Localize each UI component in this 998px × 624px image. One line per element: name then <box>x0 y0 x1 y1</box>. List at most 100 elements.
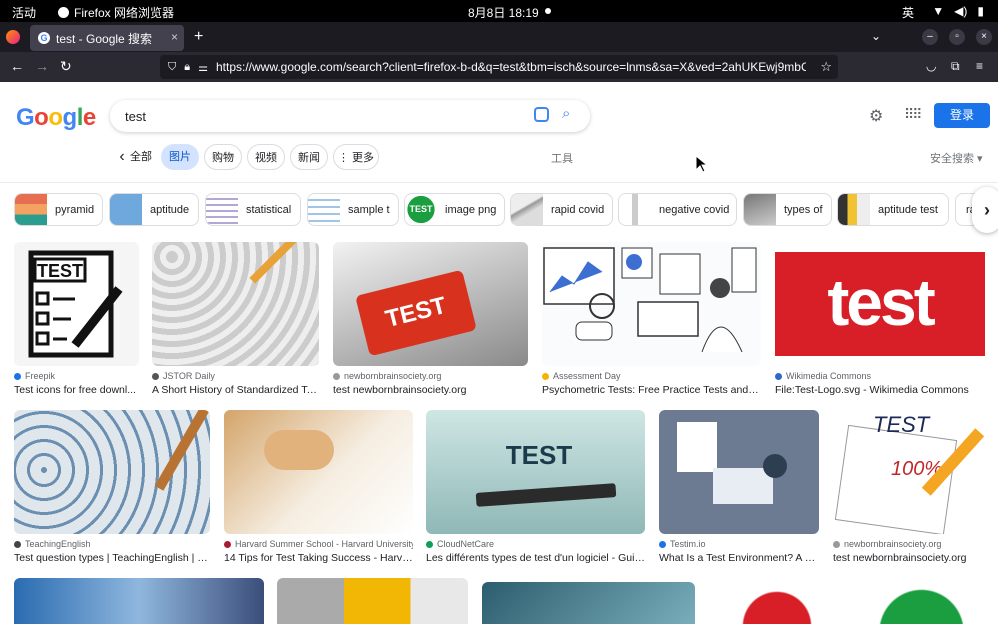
result-thumbnail[interactable]: TEST 100% <box>833 410 984 534</box>
result-title[interactable]: test newbornbrainsociety.org <box>833 552 984 564</box>
image-result[interactable]: TeachingEnglish Test question types | Te… <box>14 410 210 564</box>
menu-icon[interactable]: ≡ <box>976 59 983 73</box>
search-input[interactable]: test <box>125 109 146 124</box>
chip-aptitude[interactable]: aptitude <box>109 193 199 226</box>
reload-icon[interactable]: ↻ <box>60 58 72 75</box>
list-all-tabs-icon[interactable]: ⌄ <box>871 29 881 43</box>
chip-types-of[interactable]: types of <box>743 193 832 226</box>
result-thumbnail[interactable] <box>277 578 468 624</box>
image-result[interactable]: Testim.io What Is a Test Environment? A … <box>659 410 819 564</box>
filter-more[interactable]: ⋮ 更多 <box>333 144 379 170</box>
forward-icon[interactable]: → <box>35 58 49 74</box>
input-method-indicator[interactable]: 英 <box>902 4 914 21</box>
tab-google-search[interactable]: G test - Google 搜索 × <box>30 25 184 51</box>
lock-icon[interactable]: 🔒︎ <box>184 61 190 74</box>
result-title[interactable]: A Short History of Standardized Te... <box>152 384 319 396</box>
chip-negative-covid[interactable]: negative covid <box>618 193 737 226</box>
result-thumbnail[interactable]: TEST <box>14 242 139 366</box>
back-icon[interactable]: ← <box>10 58 24 74</box>
sign-in-button[interactable]: 登录 <box>934 103 990 128</box>
chips-next-chevron-icon[interactable]: › <box>972 187 998 233</box>
result-source[interactable]: Freepik <box>14 371 139 381</box>
chip-rapid-covid[interactable]: rapid covid <box>510 193 613 226</box>
result-title[interactable]: Test question types | TeachingEnglish | … <box>14 552 210 564</box>
google-logo[interactable]: Google <box>16 104 96 132</box>
image-result[interactable]: TEST Freepik Test icons for free downl..… <box>14 242 139 396</box>
result-thumbnail[interactable] <box>14 578 264 624</box>
result-source[interactable]: Assessment Day <box>542 371 761 381</box>
result-source[interactable]: Wikimedia Commons <box>775 371 985 381</box>
result-thumbnail[interactable]: TEST <box>426 410 645 534</box>
image-result[interactable]: Assessment Day Psychometric Tests: Free … <box>542 242 761 396</box>
image-result[interactable] <box>482 582 695 624</box>
result-thumbnail[interactable] <box>709 578 845 624</box>
url-text[interactable]: https://www.google.com/search?client=fir… <box>216 60 806 74</box>
result-thumbnail[interactable] <box>542 242 761 366</box>
google-apps-icon[interactable]: ⠿⠿ <box>904 106 922 123</box>
maximize-icon[interactable]: ▫ <box>949 29 965 45</box>
filter-videos[interactable]: 视频 <box>247 144 285 170</box>
permissions-icon[interactable]: ⚌ <box>198 61 208 74</box>
new-tab-button[interactable]: + <box>194 28 203 46</box>
chip-sample-t[interactable]: sample t <box>307 193 399 226</box>
result-thumbnail[interactable] <box>224 410 413 534</box>
image-result[interactable] <box>709 578 845 624</box>
clock[interactable]: 8月8日 18:19 <box>468 4 539 21</box>
result-title[interactable]: File:Test-Logo.svg - Wikimedia Commons <box>775 384 985 396</box>
result-thumbnail[interactable] <box>14 410 210 534</box>
filter-shopping[interactable]: 购物 <box>204 144 242 170</box>
tab-close-icon[interactable]: × <box>171 30 178 44</box>
result-title[interactable]: Psychometric Tests: Free Practice Tests … <box>542 384 761 396</box>
image-result[interactable]: Harvard Summer School - Harvard Universi… <box>224 410 413 564</box>
result-source[interactable]: Harvard Summer School - Harvard Universi… <box>224 539 413 549</box>
result-source[interactable]: newbornbrainsociety.org <box>833 539 984 549</box>
settings-gear-icon[interactable]: ⚙ <box>869 106 883 126</box>
result-source[interactable]: Testim.io <box>659 539 819 549</box>
result-title[interactable]: Les différents types de test d'un logici… <box>426 552 645 564</box>
tools-button[interactable]: 工具 <box>551 150 573 166</box>
bookmark-star-icon[interactable]: ☆ <box>820 59 832 75</box>
result-source[interactable]: newbornbrainsociety.org <box>333 371 528 381</box>
app-menu[interactable]: Firefox 网络浏览器 <box>58 4 174 21</box>
image-result[interactable]: test Wikimedia Commons File:Test-Logo.sv… <box>775 242 985 396</box>
url-bar[interactable]: ⛉ 🔒︎ ⚌ https://www.google.com/search?cli… <box>160 55 838 79</box>
google-lens-icon[interactable] <box>534 107 549 122</box>
safe-search-button[interactable]: 安全搜索 ▾ <box>930 150 983 166</box>
image-result[interactable] <box>14 578 264 624</box>
image-result[interactable]: TEST 100% newbornbrainsociety.org test n… <box>833 410 984 564</box>
shield-icon[interactable]: ⛉ <box>168 61 176 74</box>
result-thumbnail[interactable]: test <box>775 242 985 366</box>
chip-pyramid[interactable]: pyramid <box>14 193 103 226</box>
chip-image-png[interactable]: TEST image png <box>404 193 505 226</box>
result-thumbnail[interactable]: TEST <box>333 242 528 366</box>
pocket-icon[interactable]: ◡ <box>926 59 936 73</box>
result-thumbnail[interactable] <box>659 410 819 534</box>
result-thumbnail[interactable] <box>152 242 319 366</box>
system-tray[interactable]: ▼ ◀) ▮ <box>932 4 984 18</box>
result-source[interactable]: TeachingEnglish <box>14 539 210 549</box>
result-source[interactable]: JSTOR Daily <box>152 371 319 381</box>
result-thumbnail[interactable] <box>482 582 695 624</box>
image-result[interactable]: JSTOR Daily A Short History of Standardi… <box>152 242 319 396</box>
extensions-icon[interactable]: ⧉ <box>951 59 960 74</box>
search-icon[interactable]: ⌕ <box>562 105 570 122</box>
firefox-view-icon[interactable] <box>6 30 20 44</box>
image-result[interactable]: TEST CloudNetCare Les différents types d… <box>426 410 645 564</box>
minimize-icon[interactable]: – <box>922 29 938 45</box>
result-title[interactable]: 14 Tips for Test Taking Success - Harva.… <box>224 552 413 564</box>
image-result[interactable] <box>859 578 984 624</box>
chip-statistical[interactable]: statistical <box>205 193 301 226</box>
filter-news[interactable]: 新闻 <box>290 144 328 170</box>
filter-all[interactable]: 全部 <box>128 144 154 170</box>
close-window-icon[interactable]: × <box>976 29 992 45</box>
result-title[interactable]: What Is a Test Environment? A G... <box>659 552 819 564</box>
result-thumbnail[interactable] <box>859 578 984 624</box>
image-result[interactable]: TEST newbornbrainsociety.org test newbor… <box>333 242 528 396</box>
search-box[interactable]: test ⌕ <box>110 100 590 132</box>
filter-images[interactable]: 图片 <box>161 144 199 170</box>
back-chevron-icon[interactable]: ‹ <box>116 144 128 170</box>
activities-button[interactable]: 活动 <box>12 4 36 21</box>
image-result[interactable] <box>277 578 468 624</box>
result-title[interactable]: Test icons for free downl... <box>14 384 139 396</box>
result-title[interactable]: test newbornbrainsociety.org <box>333 384 528 396</box>
